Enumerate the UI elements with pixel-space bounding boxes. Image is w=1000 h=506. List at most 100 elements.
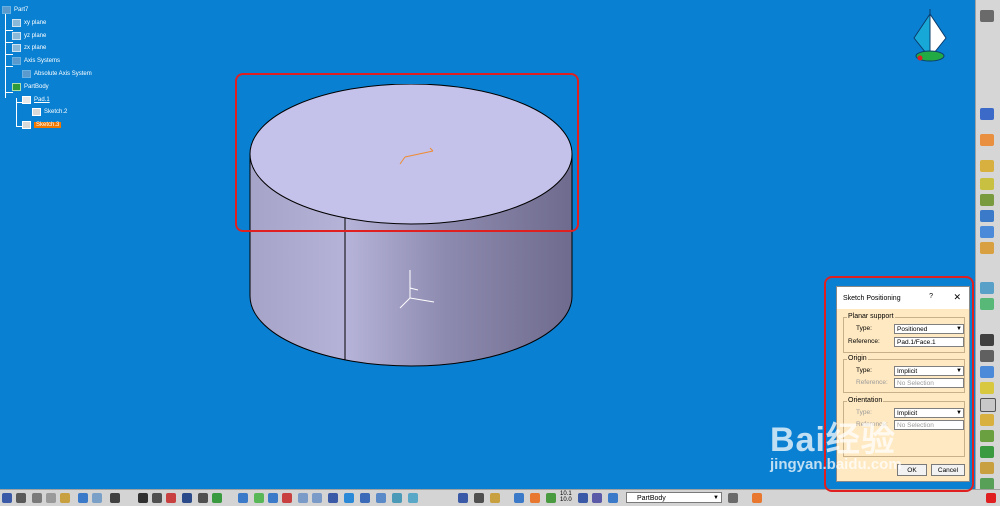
field-value: Pad.1/Face.1 [897,339,936,346]
tree-item-yz-plane[interactable]: yz plane [12,32,46,40]
tree-item-label: Absolute Axis System [34,71,92,77]
dialog-titlebar[interactable]: Sketch Positioning ? ✕ [837,287,969,309]
pad-tool-icon[interactable] [980,160,994,172]
translate-tool-icon[interactable] [980,414,994,426]
tree-item-partbody[interactable]: PartBody [12,83,49,91]
paste-icon[interactable] [60,493,70,503]
normal-view-icon[interactable] [328,493,338,503]
snap-icon[interactable] [514,493,524,503]
sketcher-icon[interactable] [980,134,994,146]
orientation-type-select[interactable]: Implicit ▼ [894,408,964,418]
plane-icon [12,19,21,27]
tree-item-sketch3[interactable]: Sketch.3 [22,121,62,129]
constraint-icon[interactable] [546,493,556,503]
iso-view-icon[interactable] [360,493,370,503]
print-icon[interactable] [16,493,26,503]
cut-icon[interactable] [32,493,42,503]
3d-grid-icon[interactable] [530,493,540,503]
chevron-down-icon: ▼ [956,368,962,374]
zoom-out-icon[interactable] [312,493,322,503]
undo-icon[interactable] [78,493,88,503]
multi-view-icon[interactable] [344,493,354,503]
select-arrow-icon[interactable] [980,108,994,120]
close-button[interactable]: ✕ [953,292,961,303]
select-value: Implicit [897,368,918,375]
select-value: Implicit [897,410,918,417]
select-value: Positioned [897,326,928,333]
fly-mode-icon[interactable] [238,493,248,503]
tree-item-part[interactable]: Part7 [2,6,28,14]
group-legend: Origin [847,355,868,362]
remove-face-icon[interactable] [980,398,996,412]
field-value: No Selection [897,380,934,387]
update-icon[interactable] [458,493,468,503]
swap-space-icon[interactable] [408,493,418,503]
sketch-tool-icon[interactable] [490,493,500,503]
thickness-tool-icon[interactable] [980,366,994,378]
pattern-tool-icon[interactable] [980,446,994,458]
current-body-value: PartBody [637,495,666,502]
help-button[interactable]: ? [929,293,933,300]
measure-icon[interactable] [198,493,208,503]
table-icon[interactable] [182,493,192,503]
scaling-tool-icon[interactable] [980,462,994,474]
ok-label: OK [907,467,917,474]
tree-item-sketch2[interactable]: Sketch.2 [32,108,67,116]
mouse-icon[interactable] [474,493,484,503]
planar-reference-field[interactable]: Pad.1/Face.1 [894,337,964,347]
mirror-tool-icon[interactable] [980,430,994,442]
tree-item-xy-plane[interactable]: xy plane [12,19,46,27]
zoom-in-icon[interactable] [298,493,308,503]
settings-icon[interactable] [980,10,994,22]
tree-item-absolute-axis-system[interactable]: Absolute Axis System [22,70,92,78]
formula-icon[interactable] [138,493,148,503]
cancel-button[interactable]: Cancel [931,464,965,476]
slot-tool-icon[interactable] [980,242,994,254]
draft-tool-icon[interactable] [980,334,994,346]
tree-item-label-selected: Sketch.3 [34,122,62,128]
save-icon[interactable] [2,493,12,503]
help-icon[interactable] [110,493,120,503]
compass-icon[interactable] [902,8,960,66]
origin-type-select[interactable]: Implicit ▼ [894,366,964,376]
thread-tool-icon[interactable] [980,382,994,394]
current-body-select[interactable]: PartBody ▼ [626,492,722,503]
part-icon [2,6,11,14]
hole-tool-icon[interactable] [980,210,994,222]
grid-icon[interactable] [578,493,588,503]
shell-tool-icon[interactable] [980,350,994,362]
watermark-logo: Bai经验 [770,421,896,459]
planar-type-select[interactable]: Positioned ▼ [894,324,964,334]
fit-all-icon[interactable] [254,493,264,503]
shading-icon[interactable] [376,493,386,503]
copy-icon[interactable] [46,493,56,503]
stack-icon[interactable] [592,493,602,503]
tree-item-axis-systems[interactable]: Axis Systems [12,57,60,65]
pocket-tool-icon[interactable] [980,178,994,190]
rib-tool-icon[interactable] [980,226,994,238]
hide-show-icon[interactable] [392,493,402,503]
dialog-title: Sketch Positioning [843,294,901,302]
origin-reference-field: No Selection [894,378,964,388]
tree-item-label: PartBody [24,84,49,90]
shaft-tool-icon[interactable] [980,194,994,206]
chevron-down-icon: ▼ [713,495,719,501]
tree-item-label: Sketch.2 [44,109,68,115]
plane-tool-icon[interactable] [608,493,618,503]
comment-icon[interactable] [152,493,162,503]
tree-item-label: yz plane [24,33,47,39]
chamfer-tool-icon[interactable] [980,298,994,310]
axis-systems-icon [12,57,21,65]
watermark-url: jingyan.baidu.com [770,456,902,473]
tools-icon[interactable] [728,493,738,503]
analysis-icon[interactable] [212,493,222,503]
redo-icon[interactable] [92,493,102,503]
pan-icon[interactable] [268,493,278,503]
fillet-tool-icon[interactable] [980,282,994,294]
catalog-icon[interactable] [166,493,176,503]
tree-item-zx-plane[interactable]: zx plane [12,44,46,52]
tree-item-pad[interactable]: Pad.1 [22,96,50,104]
field-value: No Selection [897,422,934,429]
rotate-icon[interactable] [282,493,292,503]
brush-icon[interactable] [752,493,762,503]
